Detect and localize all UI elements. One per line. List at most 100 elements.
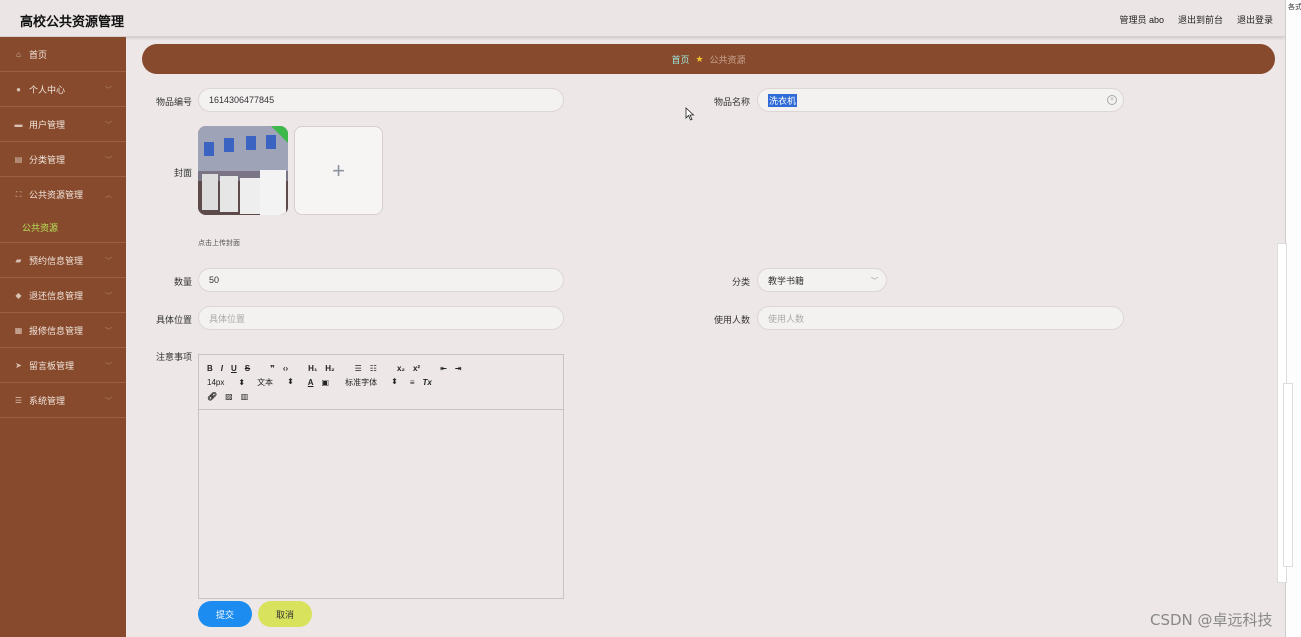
font-size-picker[interactable]: 14px ⬍ bbox=[207, 378, 245, 387]
breadcrumb: 首页 ★ 公共资源 bbox=[142, 44, 1275, 74]
sidebar-item-label: 系统管理 bbox=[29, 395, 66, 406]
sidebar-subitem-resources[interactable]: 公共资源 bbox=[0, 212, 126, 243]
sidebar-item-repairs[interactable]: ▦ 报修信息管理 ﹀ bbox=[0, 313, 126, 348]
message-icon: ➤ bbox=[15, 360, 22, 370]
resource-icon: ⛶ bbox=[15, 189, 22, 199]
clear-icon[interactable]: × bbox=[1107, 95, 1117, 105]
sidebar-item-home[interactable]: ⌂ 首页 bbox=[0, 37, 126, 72]
settings-icon: ☰ bbox=[14, 395, 23, 405]
item-no-field[interactable]: 1614306477845 bbox=[198, 88, 564, 112]
user-icon: ● bbox=[16, 84, 21, 94]
select-arrow-icon: ⬍ bbox=[391, 376, 398, 386]
align-icon[interactable]: ≡ bbox=[410, 378, 415, 387]
link-icon[interactable]: 🔗︎ bbox=[207, 392, 217, 401]
item-name-value: 洗衣机 bbox=[768, 93, 798, 107]
sidebar-item-personal[interactable]: ● 个人中心 ﹀ bbox=[0, 72, 126, 107]
sidebar-item-resources[interactable]: ⛶ 公共资源管理 ︿ bbox=[0, 177, 126, 212]
cover-label: 封面 bbox=[173, 168, 192, 178]
chevron-down-icon: ﹀ bbox=[105, 363, 112, 370]
heading1-icon[interactable]: H₁ bbox=[308, 364, 317, 373]
right-strip-text: 各式R bbox=[1288, 4, 1301, 11]
sidebar-item-messages[interactable]: ➤ 留言板管理 ﹀ bbox=[0, 348, 126, 383]
qty-field[interactable]: 50 bbox=[198, 268, 564, 292]
video-icon[interactable]: ▥ bbox=[241, 392, 249, 401]
submit-button[interactable]: 提交 bbox=[198, 601, 252, 627]
logout-link[interactable]: 退出登录 bbox=[1237, 13, 1273, 26]
select-arrow-icon: ⬍ bbox=[287, 376, 294, 386]
sidebar-item-label: 首页 bbox=[29, 49, 48, 60]
strikethrough-icon[interactable]: S bbox=[245, 364, 250, 373]
editor-content-area[interactable] bbox=[199, 410, 563, 598]
notes-label: 注意事项 bbox=[155, 352, 192, 362]
sidebar-item-label: 公共资源管理 bbox=[29, 190, 84, 200]
top-bar: 高校公共资源管理 管理员 abo 退出到前台 退出登录 bbox=[0, 0, 1285, 37]
editor-toolbar: B I U S ❞ ‹› H₁ H₂ ☰ ☷ x₂ x² ⇤ ⇥ 14px ⬍ 文… bbox=[199, 355, 563, 410]
location-label: 具体位置 bbox=[155, 315, 192, 325]
indent-icon[interactable]: ⇥ bbox=[455, 364, 462, 373]
qty-label: 数量 bbox=[173, 277, 192, 287]
sidebar: ⌂ 首页 ● 个人中心 ﹀ ▬ 用户管理 ﹀ ▤ 分类管理 ﹀ ⛶ 公共资源管理… bbox=[0, 37, 126, 637]
image-icon[interactable]: ▨ bbox=[225, 392, 233, 401]
upload-add-button[interactable]: + bbox=[294, 126, 383, 215]
cancel-button[interactable]: 取消 bbox=[258, 601, 312, 627]
users-count-placeholder: 使用人数 bbox=[768, 313, 805, 324]
sidebar-item-category[interactable]: ▤ 分类管理 ﹀ bbox=[0, 142, 126, 177]
star-icon: ★ bbox=[695, 53, 704, 64]
sidebar-item-label: 分类管理 bbox=[29, 154, 66, 165]
underline-icon[interactable]: U bbox=[231, 364, 237, 373]
bold-icon[interactable]: B bbox=[207, 364, 213, 373]
ordered-list-icon[interactable]: ☰ bbox=[355, 364, 362, 373]
outdent-icon[interactable]: ⇤ bbox=[440, 364, 447, 373]
chevron-down-icon: ﹀ bbox=[871, 278, 878, 285]
italic-icon[interactable]: I bbox=[221, 364, 223, 373]
chevron-up-icon: ︿ bbox=[105, 192, 112, 199]
font-family-value: 标准字体 bbox=[345, 377, 378, 387]
font-family-picker[interactable]: 标准字体 ⬍ bbox=[345, 377, 398, 388]
blockquote-icon[interactable]: ❞ bbox=[270, 364, 275, 373]
background-color-icon[interactable]: ▣ bbox=[322, 378, 330, 387]
sidebar-item-label: 个人中心 bbox=[29, 84, 66, 95]
clear-format-icon[interactable]: Tx bbox=[422, 378, 431, 387]
heading2-icon[interactable]: H₂ bbox=[325, 364, 334, 373]
users-count-field[interactable]: 使用人数 bbox=[757, 306, 1124, 330]
chevron-down-icon: ﹀ bbox=[105, 398, 112, 405]
font-color-icon[interactable]: A bbox=[308, 378, 314, 387]
chevron-down-icon: ﹀ bbox=[105, 328, 112, 335]
breadcrumb-current: 公共资源 bbox=[709, 54, 746, 65]
cover-image[interactable] bbox=[198, 126, 288, 215]
subscript-icon[interactable]: x₂ bbox=[397, 364, 405, 373]
category-select[interactable]: 教学书籍 ﹀ bbox=[757, 268, 887, 292]
chevron-down-icon: ﹀ bbox=[105, 87, 112, 94]
breadcrumb-home[interactable]: 首页 bbox=[671, 53, 689, 66]
front-link[interactable]: 退出到前台 bbox=[1178, 13, 1223, 26]
chevron-down-icon: ﹀ bbox=[105, 258, 112, 265]
category-icon: ▤ bbox=[14, 154, 23, 164]
location-field[interactable]: 具体位置 bbox=[198, 306, 564, 330]
rich-text-editor: B I U S ❞ ‹› H₁ H₂ ☰ ☷ x₂ x² ⇤ ⇥ 14px ⬍ 文… bbox=[198, 354, 564, 599]
bullet-list-icon[interactable]: ☷ bbox=[370, 364, 377, 373]
sidebar-item-returns[interactable]: ◆ 退还信息管理 ﹀ bbox=[0, 278, 126, 313]
repair-icon: ▦ bbox=[14, 325, 23, 335]
sidebar-item-system[interactable]: ☰ 系统管理 ﹀ bbox=[0, 383, 126, 418]
sidebar-item-label: 留言板管理 bbox=[29, 360, 75, 371]
users-count-label: 使用人数 bbox=[713, 315, 750, 325]
qty-value: 50 bbox=[209, 275, 220, 285]
sidebar-item-users[interactable]: ▬ 用户管理 ﹀ bbox=[0, 107, 126, 142]
sidebar-item-label: 预约信息管理 bbox=[29, 255, 84, 266]
chevron-down-icon: ﹀ bbox=[105, 122, 112, 129]
plus-icon: + bbox=[332, 157, 345, 183]
mouse-cursor-icon bbox=[685, 107, 695, 121]
item-name-field[interactable]: 洗衣机 × bbox=[757, 88, 1124, 112]
location-placeholder: 具体位置 bbox=[209, 313, 246, 324]
user-label: 管理员 abo bbox=[1119, 15, 1164, 25]
washing-machines-photo bbox=[198, 126, 288, 215]
select-arrow-icon: ⬍ bbox=[238, 377, 246, 387]
superscript-icon[interactable]: x² bbox=[413, 364, 420, 373]
home-icon: ⌂ bbox=[16, 49, 21, 59]
code-icon[interactable]: ‹› bbox=[283, 364, 288, 373]
sidebar-item-reservations[interactable]: ▰ 预约信息管理 ﹀ bbox=[0, 243, 126, 278]
item-no-label: 物品编号 bbox=[155, 97, 192, 107]
header-picker[interactable]: 文本 ⬍ bbox=[257, 377, 294, 388]
side-overlay-panel-inner bbox=[1283, 383, 1293, 567]
upload-tip: 点击上传封面 bbox=[198, 240, 240, 247]
